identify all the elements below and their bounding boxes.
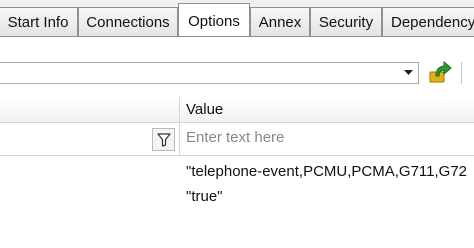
filter-icon[interactable]: [152, 128, 175, 151]
tab-label: Start Info: [7, 14, 69, 31]
table-row-value[interactable]: "telephone-event,PCMU,PCMA,G711,G72: [186, 163, 467, 180]
column-divider[interactable]: [179, 97, 180, 123]
tab-start-info[interactable]: Start Info: [0, 7, 78, 36]
tab-label: Security: [318, 14, 374, 31]
tab-dependency[interactable]: Dependency: [382, 7, 474, 36]
options-toolbar: [0, 37, 474, 93]
table-row-value[interactable]: "true": [186, 188, 223, 205]
column-divider: [179, 123, 180, 156]
tab-label: Annex: [258, 14, 302, 31]
grid-header: Value: [0, 97, 474, 123]
tab-connections[interactable]: Connections: [78, 7, 178, 36]
tab-annex[interactable]: Annex: [250, 7, 310, 36]
tab-label: Options: [188, 12, 240, 30]
tab-security[interactable]: Security: [310, 7, 382, 36]
tab-strip: Start Info Connections Options Annex Sec…: [0, 0, 474, 37]
filter-row: Enter text here: [0, 123, 474, 156]
toolbar-separator: [461, 62, 462, 84]
go-arrow-icon[interactable]: [428, 60, 454, 84]
tab-options[interactable]: Options: [178, 3, 250, 36]
option-set-dropdown[interactable]: [0, 62, 419, 84]
chevron-down-icon[interactable]: [400, 64, 417, 82]
tab-label: Dependency: [391, 14, 474, 31]
value-filter-input[interactable]: Enter text here: [186, 129, 284, 146]
tab-label: Connections: [86, 14, 170, 31]
value-column-header[interactable]: Value: [186, 101, 223, 118]
